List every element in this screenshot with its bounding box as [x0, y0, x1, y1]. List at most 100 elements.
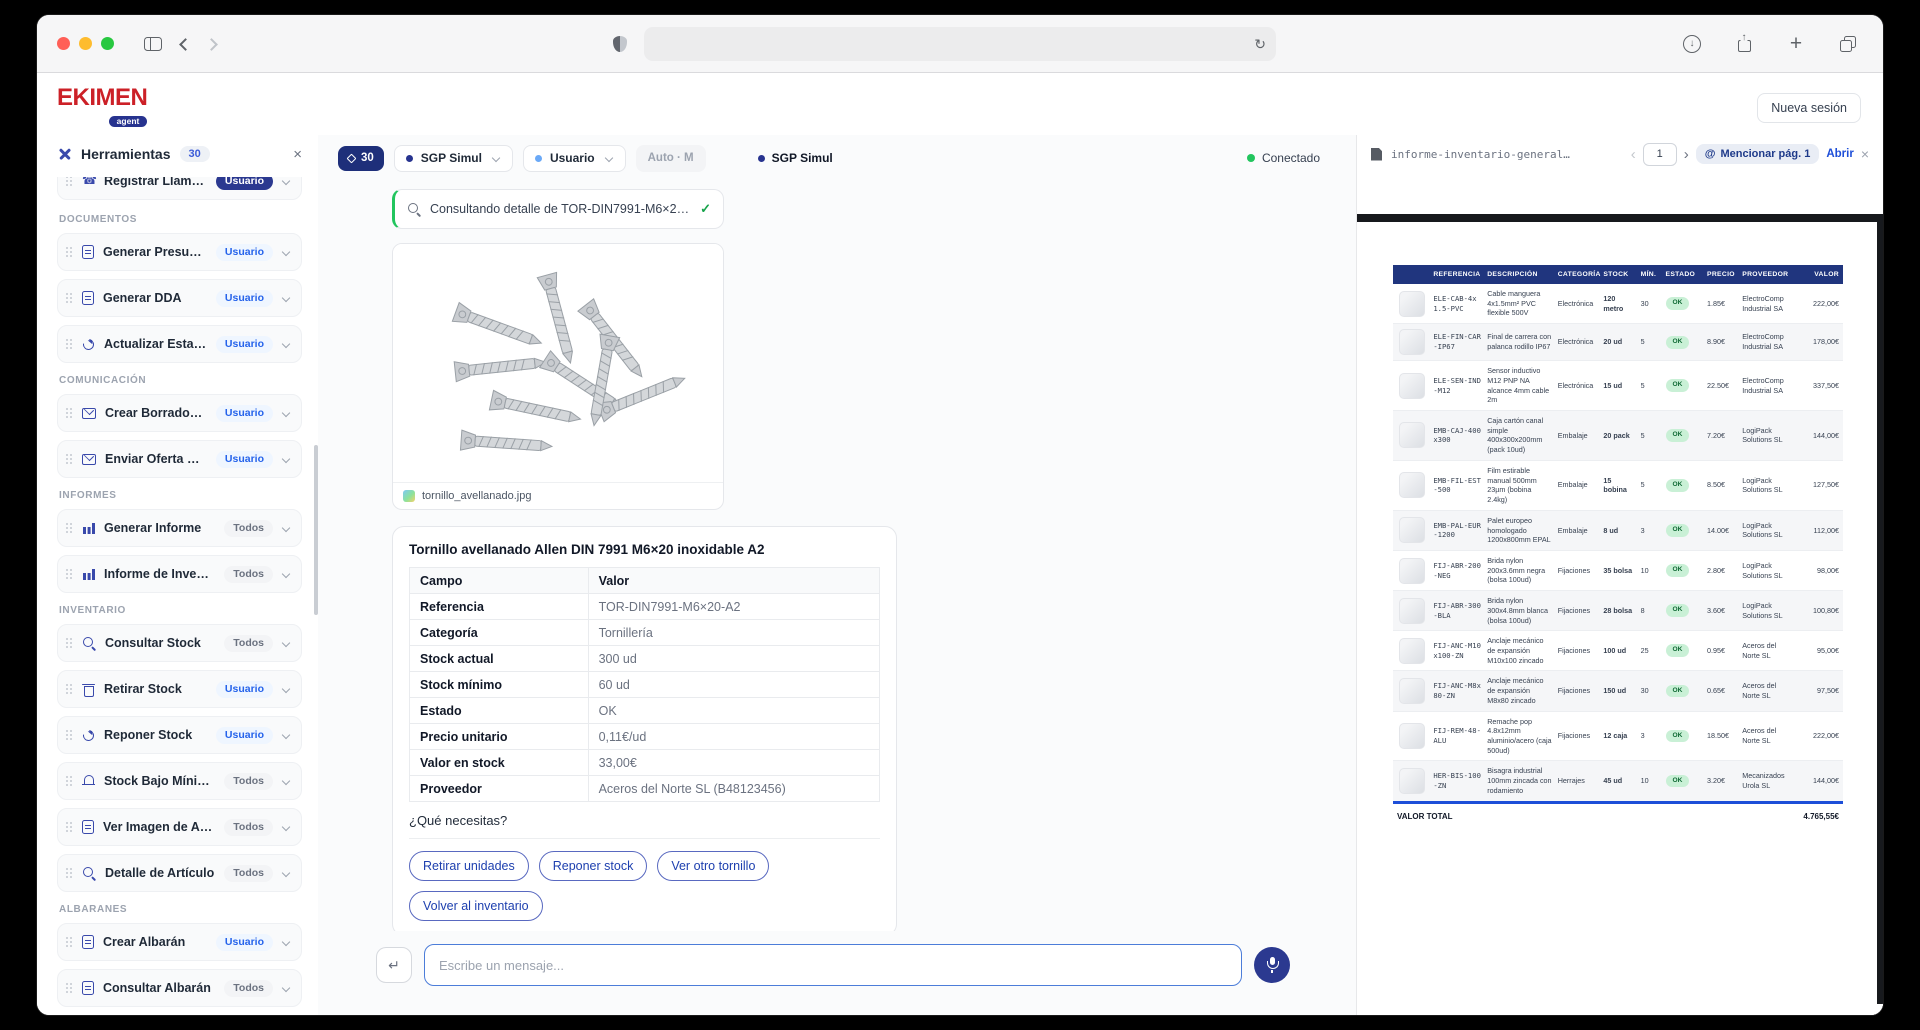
- drag-handle-icon[interactable]: [66, 868, 73, 879]
- sidebar-tool-item[interactable]: Generar Informe Todos: [57, 509, 302, 547]
- stock-cell: 20 pack: [1600, 411, 1637, 461]
- downloads-button[interactable]: [1677, 29, 1707, 59]
- attachment-image-card[interactable]: tornillo_avellanado.jpg: [392, 243, 724, 510]
- chevron-down-icon[interactable]: [282, 294, 291, 303]
- thumb-cell: [1393, 550, 1430, 590]
- chevron-down-icon[interactable]: [282, 984, 291, 993]
- page-number-input[interactable]: [1643, 143, 1677, 166]
- sidebar-tool-item[interactable]: Generar DDA Usuario: [57, 279, 302, 317]
- chevron-down-icon[interactable]: [282, 938, 291, 947]
- sidebar-tool-item[interactable]: Crear Borrador Email Usuario: [57, 394, 302, 432]
- status-badge: OK: [1666, 564, 1690, 577]
- drag-handle-icon[interactable]: [66, 454, 73, 465]
- chevron-down-icon[interactable]: [282, 639, 291, 648]
- mode-pill[interactable]: Auto · M: [636, 145, 706, 172]
- return-icon: ↵: [388, 957, 400, 974]
- drag-handle-icon[interactable]: [66, 638, 73, 649]
- quick-action-button[interactable]: Volver al inventario: [409, 891, 543, 921]
- close-window-button[interactable]: [57, 37, 70, 50]
- sidebar-toggle-button[interactable]: [138, 29, 168, 59]
- sidebar-tool-item[interactable]: Stock Bajo Mínimos Todos: [57, 762, 302, 800]
- drag-handle-icon[interactable]: [66, 822, 73, 833]
- drag-handle-icon[interactable]: [66, 569, 73, 580]
- drag-handle-icon[interactable]: [66, 730, 73, 741]
- drag-handle-icon[interactable]: [66, 247, 73, 258]
- sidebar-tool-item[interactable]: Detalle de Artículo Todos: [57, 854, 302, 892]
- message-input[interactable]: [424, 944, 1242, 986]
- drag-handle-icon[interactable]: [66, 684, 73, 695]
- status-badge: OK: [1666, 730, 1690, 743]
- open-pdf-link[interactable]: Abrir: [1826, 148, 1853, 160]
- reload-icon[interactable]: ↻: [1254, 37, 1266, 51]
- sidebar-tool-item[interactable]: Crear Albarán Usuario: [57, 923, 302, 961]
- chat-scroll-area[interactable]: Consultando detalle de TOR-DIN7991-M6×20…: [318, 181, 1356, 931]
- tool-scope-badge: Usuario: [216, 681, 273, 698]
- drag-handle-icon[interactable]: [66, 177, 73, 187]
- sidebar-tool-item[interactable]: Enviar Oferta por Email Usuario: [57, 440, 302, 478]
- chevron-down-icon[interactable]: [282, 823, 291, 832]
- chevron-down-icon[interactable]: [282, 869, 291, 878]
- chevron-down-icon[interactable]: [282, 455, 291, 464]
- mention-page-button[interactable]: @ Mencionar pág. 1: [1696, 144, 1820, 164]
- stock-cell: 100 ud: [1600, 631, 1637, 671]
- section-items: Crear Borrador Email Usuario Enviar Ofer…: [57, 394, 302, 478]
- desc-cell: Anclaje mecánico de expansión M8x80 zinc…: [1484, 671, 1555, 711]
- sidebar-close-button[interactable]: ×: [293, 147, 302, 162]
- forward-button[interactable]: [198, 29, 228, 59]
- minimize-window-button[interactable]: [79, 37, 92, 50]
- prev-page-button[interactable]: ‹: [1631, 146, 1636, 163]
- chevron-down-icon[interactable]: [282, 177, 291, 186]
- zoom-window-button[interactable]: [101, 37, 114, 50]
- back-button[interactable]: [168, 29, 198, 59]
- next-page-button[interactable]: ›: [1684, 146, 1689, 163]
- drag-handle-icon[interactable]: [66, 408, 73, 419]
- sidebar-tool-item[interactable]: Reponer Stock Usuario: [57, 716, 302, 754]
- drag-handle-icon[interactable]: [66, 339, 73, 350]
- sidebar-tool-item[interactable]: Retirar Stock Usuario: [57, 670, 302, 708]
- pdf-viewer[interactable]: REFERENCIADESCRIPCIÓNCATEGORÍASTOCKMÍN.E…: [1357, 173, 1883, 1015]
- drag-handle-icon[interactable]: [66, 293, 73, 304]
- return-button[interactable]: ↵: [376, 947, 412, 983]
- sidebar-tool-item[interactable]: Ver Imagen de Artículo Todos: [57, 808, 302, 846]
- stock-cell: 8 ud: [1600, 510, 1637, 550]
- sidebar-tool-item[interactable]: Generar Presupuesto Usuario: [57, 233, 302, 271]
- estado-cell: OK: [1663, 361, 1704, 411]
- sidebar-tool-item[interactable]: Consultar Albarán Todos: [57, 969, 302, 1007]
- drag-handle-icon[interactable]: [66, 937, 73, 948]
- inventory-header-row: REFERENCIADESCRIPCIÓNCATEGORÍASTOCKMÍN.E…: [1393, 265, 1843, 284]
- chevron-down-icon[interactable]: [282, 570, 291, 579]
- chevron-down-icon[interactable]: [282, 731, 291, 740]
- chevron-down-icon[interactable]: [282, 409, 291, 418]
- drag-handle-icon[interactable]: [66, 776, 73, 787]
- sidebar-scrollbar[interactable]: [314, 445, 318, 615]
- browser-toolbar: ↻ ↑ +: [37, 15, 1883, 73]
- quick-action-button[interactable]: Retirar unidades: [409, 851, 529, 881]
- chevron-down-icon[interactable]: [282, 777, 291, 786]
- tab-overview-button[interactable]: [1833, 29, 1863, 59]
- user-select[interactable]: Usuario: [523, 145, 626, 172]
- new-tab-button[interactable]: +: [1781, 29, 1811, 59]
- chevron-down-icon[interactable]: [282, 524, 291, 533]
- drag-handle-icon[interactable]: [66, 523, 73, 534]
- share-button[interactable]: ↑: [1729, 29, 1759, 59]
- quick-action-button[interactable]: Reponer stock: [539, 851, 648, 881]
- tools-count-pill[interactable]: 30: [338, 146, 384, 171]
- privacy-shield-button[interactable]: [605, 29, 635, 59]
- new-session-button[interactable]: Nueva sesión: [1757, 93, 1861, 123]
- sidebar-item-registrar-llamada[interactable]: Registrar Llamada Usuario: [57, 177, 302, 200]
- chevron-down-icon[interactable]: [282, 685, 291, 694]
- chevron-down-icon[interactable]: [282, 248, 291, 257]
- address-bar[interactable]: ↻: [644, 27, 1276, 61]
- chevron-down-icon[interactable]: [282, 340, 291, 349]
- sidebar-tool-item[interactable]: Actualizar Estado Pre... Usuario: [57, 325, 302, 363]
- microphone-icon: [1266, 957, 1278, 973]
- mic-button[interactable]: [1254, 947, 1290, 983]
- sidebar-tool-item[interactable]: Consultar Stock Todos: [57, 624, 302, 662]
- agent-select[interactable]: SGP Simul: [394, 145, 513, 172]
- sidebar-tool-item[interactable]: Informe de Inventario Todos: [57, 555, 302, 593]
- close-pdf-button[interactable]: ×: [1861, 147, 1869, 161]
- drag-handle-icon[interactable]: [66, 983, 73, 994]
- quick-action-button[interactable]: Ver otro tornillo: [657, 851, 769, 881]
- detail-value: TOR-DIN7991-M6×20-A2: [588, 594, 879, 620]
- tool-call-status[interactable]: Consultando detalle de TOR-DIN7991-M6×20…: [392, 189, 724, 229]
